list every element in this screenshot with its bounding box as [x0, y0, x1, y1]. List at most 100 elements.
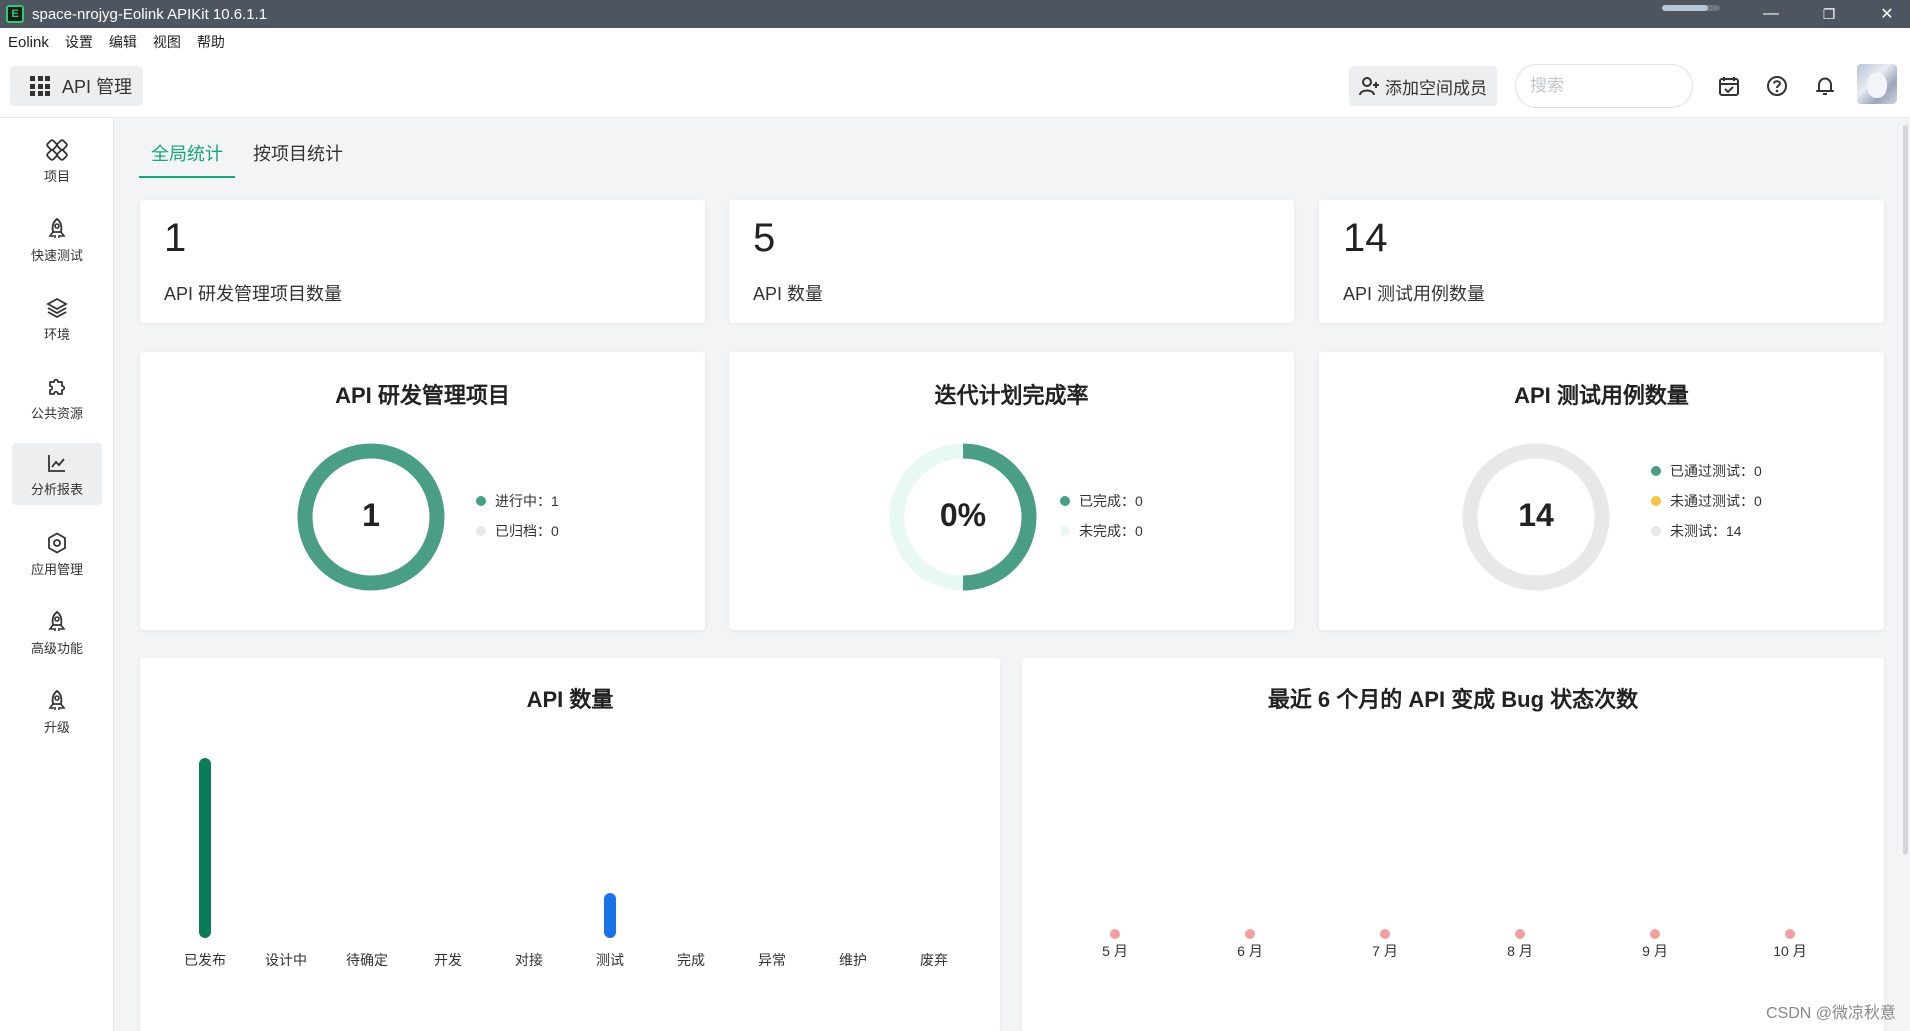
sidebar-item-label: 环境	[43, 326, 70, 342]
month-axis-label: 6 月	[1237, 943, 1263, 959]
legend-item: 已完成：0	[1060, 486, 1143, 516]
sidebar-item-label: 升级	[43, 719, 70, 735]
donut-card-projects: API 研发管理项目 1 进行中：1 已归档：0	[140, 352, 705, 630]
donut-center-value: 0%	[939, 497, 987, 533]
bar-axis-label: 异常	[758, 952, 786, 968]
legend-item: 进行中：1	[476, 486, 559, 516]
sidebar-item-label: 项目	[43, 168, 70, 184]
bar-axis-label: 设计中	[265, 952, 307, 968]
month-axis-label: 7 月	[1372, 943, 1398, 959]
menu-view[interactable]: 视图	[153, 32, 181, 52]
stats-tabs: 全局统计 按项目统计	[139, 140, 361, 178]
card-title: API 研发管理项目	[335, 383, 510, 408]
sidebar-item-analytics[interactable]: 分析报表	[12, 443, 102, 505]
rocket-icon	[48, 610, 66, 631]
tab-project-stats[interactable]: 按项目统计	[241, 140, 355, 178]
user-avatar[interactable]	[1857, 64, 1897, 104]
legend-item: 已通过测试：0	[1651, 456, 1762, 486]
sidebar-item-advanced[interactable]: 高级功能	[12, 602, 102, 664]
sidebar: 项目 快速测试 环境 公共资源 分析报表 应用管理 高级功能 升级	[0, 118, 114, 1031]
gear-icon	[48, 532, 66, 553]
calendar-check-icon[interactable]	[1715, 72, 1743, 100]
donut-legend: 已完成：0 未完成：0	[1060, 486, 1143, 546]
module-switch-button[interactable]: API 管理	[10, 66, 143, 106]
stat-card-projects: 1 API 研发管理项目数量	[140, 200, 705, 323]
stat-value: 1	[164, 216, 187, 260]
chart-icon	[48, 454, 65, 472]
sidebar-item-upgrade[interactable]: 升级	[12, 681, 102, 743]
add-member-button[interactable]: 添加空间成员	[1349, 66, 1497, 106]
card-title: API 测试用例数量	[1514, 383, 1689, 408]
stat-value: 5	[753, 216, 776, 260]
top-toolbar: API 管理 添加空间成员	[0, 56, 1910, 118]
data-point-5[interactable]	[1785, 929, 1795, 939]
data-point-3[interactable]	[1515, 929, 1525, 939]
app-logo-icon: E	[6, 5, 24, 23]
add-member-label: 添加空间成员	[1385, 78, 1487, 98]
sidebar-item-label: 分析报表	[30, 481, 83, 497]
card-title: 迭代计划完成率	[934, 383, 1089, 408]
bell-icon[interactable]	[1811, 72, 1839, 100]
donut-legend: 已通过测试：0 未通过测试：0 未测试：14	[1651, 456, 1762, 546]
stat-label: API 测试用例数量	[1343, 284, 1486, 304]
puzzle-icon	[49, 378, 66, 395]
window-titlebar: E space-nrojyg-Eolink APIKit 10.6.1.1 — …	[0, 0, 1910, 28]
month-axis-label: 9 月	[1642, 943, 1668, 959]
stat-label: API 数量	[753, 284, 824, 304]
bar-5[interactable]	[604, 893, 616, 938]
donut-card-test-cases: API 测试用例数量 14 已通过测试：0 未通过测试：0 未测试：14	[1319, 352, 1884, 630]
sync-progress-bar	[1662, 5, 1720, 11]
rocket-icon	[48, 689, 66, 710]
month-axis-label: 5 月	[1102, 943, 1128, 959]
sidebar-item-public-resources[interactable]: 公共资源	[12, 367, 102, 429]
donut-center-value: 1	[362, 497, 380, 533]
environment-icon	[46, 297, 68, 318]
close-button[interactable]: ✕	[1864, 0, 1910, 28]
bug-chart-card: 最近 6 个月的 API 变成 Bug 状态次数 5 月6 月7 月8 月9 月…	[1022, 658, 1884, 1031]
window-title: space-nrojyg-Eolink APIKit 10.6.1.1	[32, 5, 268, 23]
data-point-0[interactable]	[1110, 929, 1120, 939]
data-point-2[interactable]	[1380, 929, 1390, 939]
minimize-button[interactable]: —	[1748, 0, 1794, 28]
month-axis-label: 8 月	[1507, 943, 1533, 959]
bar-axis-label: 完成	[677, 952, 705, 968]
menu-settings[interactable]: 设置	[65, 32, 93, 52]
bar-axis-label: 维护	[839, 952, 867, 968]
menu-eolink[interactable]: Eolink	[8, 34, 49, 51]
bar-axis-label: 开发	[434, 952, 462, 968]
window-scrollbar[interactable]	[1903, 125, 1908, 855]
help-icon[interactable]	[1763, 72, 1791, 100]
bar-0[interactable]	[199, 758, 211, 938]
watermark: CSDN @微凉秋意	[1765, 1005, 1896, 1022]
stat-label: API 研发管理项目数量	[164, 284, 343, 304]
bar-axis-label: 已发布	[184, 952, 226, 968]
legend-item: 未完成：0	[1060, 516, 1143, 546]
tab-global-stats[interactable]: 全局统计	[139, 140, 235, 178]
sidebar-item-project[interactable]: 项目	[12, 130, 102, 192]
menu-bar: Eolink 设置 编辑 视图 帮助	[0, 28, 1910, 56]
rocket-icon	[48, 217, 66, 238]
menu-edit[interactable]: 编辑	[109, 32, 137, 52]
restore-button[interactable]: ❐	[1806, 0, 1852, 28]
donut-center-value: 14	[1518, 497, 1554, 533]
sidebar-item-environment[interactable]: 环境	[12, 288, 102, 350]
sidebar-item-label: 公共资源	[30, 405, 83, 421]
search-input[interactable]	[1515, 64, 1693, 108]
data-point-4[interactable]	[1650, 929, 1660, 939]
bar-chart	[199, 758, 616, 938]
menu-help[interactable]: 帮助	[197, 32, 225, 52]
sidebar-item-quick-test[interactable]: 快速测试	[12, 209, 102, 271]
sidebar-item-app-management[interactable]: 应用管理	[12, 523, 102, 585]
stat-value: 14	[1343, 216, 1388, 260]
data-point-1[interactable]	[1245, 929, 1255, 939]
legend-item: 未通过测试：0	[1651, 486, 1762, 516]
stat-card-test-cases: 14 API 测试用例数量	[1319, 200, 1884, 323]
bar-axis-label: 待确定	[346, 952, 388, 968]
stat-card-apis: 5 API 数量	[729, 200, 1294, 323]
grid-icon	[30, 76, 50, 96]
sidebar-item-label: 快速测试	[30, 247, 83, 263]
bar-axis-label: 对接	[515, 952, 543, 968]
main-content: 全局统计 按项目统计 1 API 研发管理项目数量 5 API 数量 14 AP…	[115, 118, 1910, 1031]
add-user-icon	[1359, 77, 1379, 96]
legend-item: 未测试：14	[1651, 516, 1762, 546]
